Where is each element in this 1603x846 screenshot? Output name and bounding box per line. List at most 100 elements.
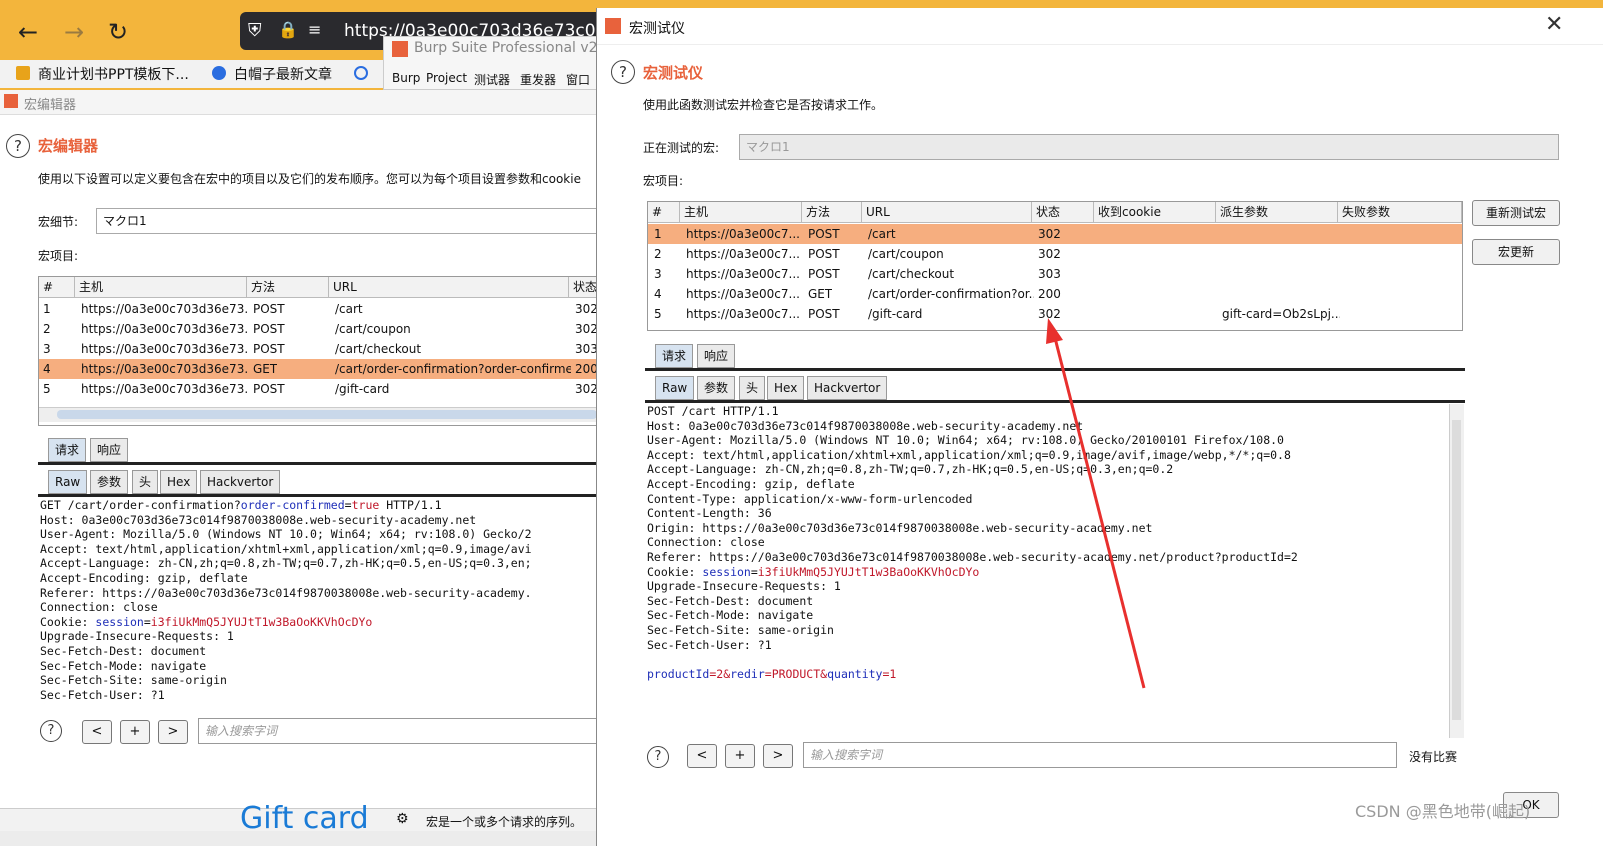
column-header[interactable]: 主机: [680, 202, 802, 222]
row-url: /cart/order-confirmation?order-confirme.…: [335, 362, 571, 376]
tab-divider: [38, 462, 610, 465]
tab-hex[interactable]: Hex: [767, 376, 805, 400]
row-url: /cart: [335, 302, 363, 316]
table-row[interactable]: 4 https://0a3e00c7... GET /cart/order-co…: [648, 284, 1462, 304]
column-header[interactable]: 主机: [75, 277, 247, 297]
body-param-name: redir: [730, 666, 765, 681]
body-param-name: productId: [647, 666, 710, 681]
column-header[interactable]: URL: [862, 202, 1032, 222]
burp-logo-icon: [605, 18, 621, 34]
column-header[interactable]: 状态: [1032, 202, 1094, 222]
help-icon[interactable]: ?: [6, 134, 30, 158]
next-button[interactable]: >: [158, 720, 188, 744]
tab-headers[interactable]: 头: [132, 470, 159, 494]
row-method: POST: [253, 382, 285, 396]
previous-button[interactable]: <: [687, 744, 717, 768]
tab-params[interactable]: 参数: [90, 470, 129, 494]
forward-arrow-icon[interactable]: →: [60, 18, 88, 46]
row-host: https://0a3e00c7...: [686, 287, 800, 301]
close-icon[interactable]: ✕: [1545, 12, 1563, 37]
request-line-text: HTTP/1.1: [379, 498, 442, 512]
table-row[interactable]: 3 https://0a3e00c7... POST /cart/checkou…: [648, 264, 1462, 284]
tab-headers[interactable]: 头: [739, 376, 766, 400]
macro-detail-input[interactable]: マクロ1: [96, 208, 624, 234]
table-row[interactable]: 5 https://0a3e00c7... POST /gift-card 30…: [648, 304, 1462, 324]
macro-tester-titlebar: 宏测试仪 ✕: [597, 8, 1603, 45]
vertical-scrollbar[interactable]: [1449, 404, 1464, 738]
table-row-selected[interactable]: 4 https://0a3e00c703d36e73... GET /cart/…: [39, 359, 619, 379]
column-header[interactable]: 方法: [802, 202, 862, 222]
search-input[interactable]: 输入搜索字词: [198, 718, 606, 744]
bookmark-item[interactable]: 商业计划书PPT模板下...: [38, 64, 189, 84]
table-row[interactable]: 2 https://0a3e00c7... POST /cart/coupon …: [648, 244, 1462, 264]
row-number: 2: [43, 322, 51, 336]
description-text: 使用以下设置可以定义要包含在宏中的项目以及它们的发布顺序。您可以为每个项目设置参…: [38, 172, 581, 186]
gear-icon[interactable]: ⚙: [396, 811, 409, 827]
row-url: /gift-card: [868, 307, 923, 321]
previous-button[interactable]: <: [82, 720, 112, 744]
scrollbar-thumb[interactable]: [57, 410, 597, 419]
table-row[interactable]: 5 https://0a3e00c703d36e73... POST /gift…: [39, 379, 619, 399]
row-failed-params: [1340, 304, 1462, 324]
column-header[interactable]: 派生参数: [1216, 202, 1338, 222]
row-url: /cart/checkout: [868, 267, 955, 281]
macro-items-label: 宏项目:: [38, 249, 79, 263]
add-button[interactable]: +: [725, 744, 755, 768]
table-row[interactable]: 3 https://0a3e00c703d36e73... POST /cart…: [39, 339, 619, 359]
bookmark-item[interactable]: 白帽子最新文章: [234, 64, 332, 84]
add-button[interactable]: +: [120, 720, 150, 744]
help-icon[interactable]: ?: [647, 746, 669, 768]
burp-logo-icon: [392, 41, 408, 57]
burp-menu-item[interactable]: 重发器: [520, 71, 556, 88]
horizontal-scrollbar[interactable]: [39, 407, 619, 422]
row-status: 302: [575, 302, 598, 316]
tab-hackvertor[interactable]: Hackvertor: [200, 470, 281, 494]
row-method: GET: [253, 362, 278, 376]
burp-menu-item[interactable]: 窗口: [566, 71, 590, 88]
column-header[interactable]: #: [648, 202, 680, 222]
help-icon[interactable]: ?: [611, 60, 635, 84]
scrollbar-thumb[interactable]: [1452, 420, 1461, 720]
tab-response[interactable]: 响应: [90, 438, 129, 462]
row-status: 302: [575, 322, 598, 336]
request-editor[interactable]: POST /cart HTTP/1.1 Host: 0a3e00c703d36e…: [647, 404, 1447, 736]
tab-hackvertor[interactable]: Hackvertor: [807, 376, 888, 400]
tab-response[interactable]: 响应: [697, 344, 736, 368]
next-button[interactable]: >: [763, 744, 793, 768]
window-title: 宏编辑器: [24, 98, 77, 113]
tab-raw[interactable]: Raw: [48, 470, 88, 494]
body-equals: =: [764, 666, 772, 681]
help-icon[interactable]: ?: [40, 720, 62, 742]
row-method: POST: [808, 267, 840, 281]
request-editor[interactable]: GET /cart/order-confirmation?order-confi…: [40, 498, 610, 708]
tab-params[interactable]: 参数: [697, 376, 736, 400]
table-row-selected[interactable]: 1 https://0a3e00c7... POST /cart 302: [648, 224, 1462, 244]
back-arrow-icon[interactable]: ←: [14, 18, 42, 46]
table-row[interactable]: 1 https://0a3e00c703d36e73... POST /cart…: [39, 299, 619, 319]
burp-menu-item[interactable]: Burp: [392, 71, 420, 85]
row-status: 302: [1038, 247, 1061, 261]
row-status: 303: [1038, 267, 1061, 281]
retest-macro-button[interactable]: 重新测试宏: [1472, 200, 1560, 226]
column-header[interactable]: 收到cookie: [1094, 202, 1216, 222]
table-header: # 主机 方法 URL 状态: [39, 277, 629, 298]
burp-menu-item[interactable]: Project: [426, 71, 467, 85]
column-header[interactable]: #: [39, 277, 75, 297]
column-header[interactable]: URL: [329, 277, 569, 297]
row-number: 5: [654, 307, 662, 321]
column-header[interactable]: 方法: [247, 277, 329, 297]
column-header[interactable]: 失败参数: [1338, 202, 1462, 222]
request-line-text: GET /cart/order-confirmation?: [40, 498, 241, 512]
table-row[interactable]: 2 https://0a3e00c703d36e73... POST /cart…: [39, 319, 619, 339]
tab-request[interactable]: 请求: [48, 438, 87, 462]
update-macro-button[interactable]: 宏更新: [1472, 239, 1560, 265]
search-input[interactable]: 输入搜索字词: [803, 742, 1397, 768]
lock-icon: 🔒: [278, 20, 298, 39]
reload-icon[interactable]: ↻: [104, 18, 132, 46]
tab-hex[interactable]: Hex: [160, 470, 198, 494]
tab-raw[interactable]: Raw: [655, 376, 695, 400]
section-heading: 宏编辑器: [38, 137, 99, 155]
tab-request[interactable]: 请求: [655, 344, 694, 368]
row-number: 2: [654, 247, 662, 261]
burp-menu-item[interactable]: 测试器: [474, 71, 510, 88]
